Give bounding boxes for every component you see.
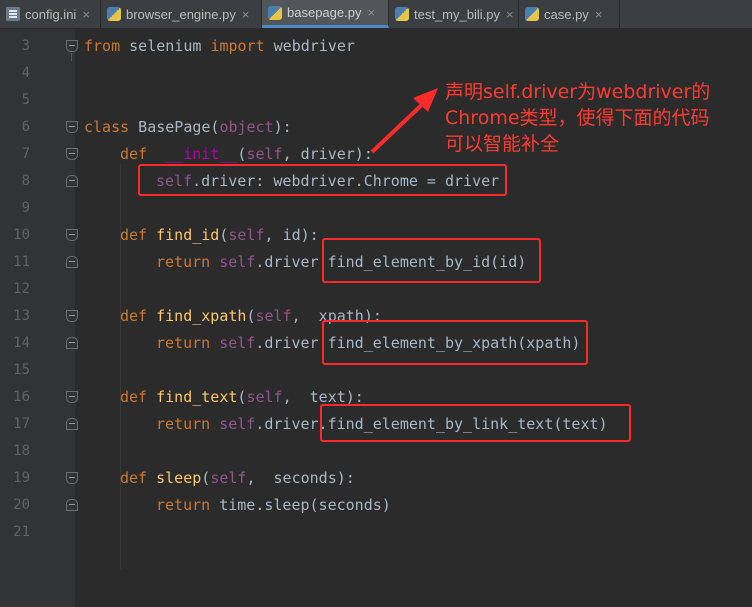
annotation-line: Chrome类型，使得下面的代码 (445, 107, 710, 129)
annotation-line: 可以智能补全 (445, 133, 560, 155)
annotation-line: 声明self.driver为webdriver的 (445, 81, 711, 103)
annotation-text: 声明self.driver为webdriver的 Chrome类型，使得下面的代… (445, 79, 745, 157)
